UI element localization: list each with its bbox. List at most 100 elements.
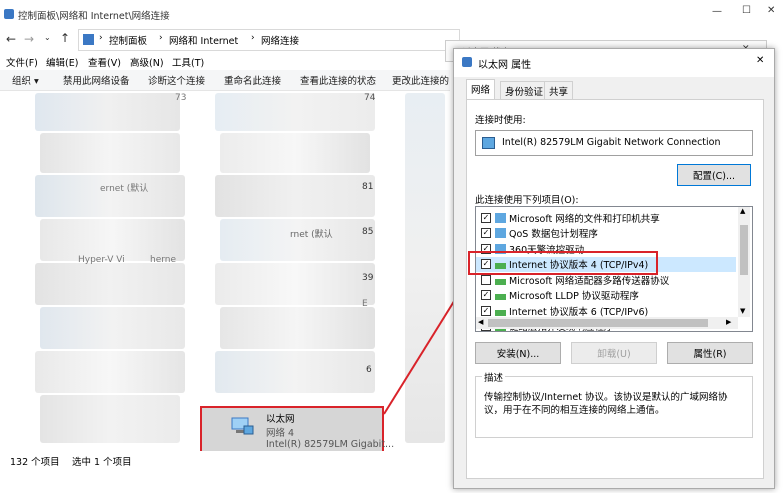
configure-label: 配置(C)... [692,171,736,182]
fragment-text: 39 [362,273,374,283]
breadcrumb-network-internet[interactable]: 网络和 Internet [169,33,238,47]
blurred-item [35,93,180,131]
network-icon [462,57,472,67]
install-label: 安装(N)... [496,349,540,360]
control-panel-icon [4,9,14,19]
fragment-text: ernet (默认 [100,184,149,194]
blurred-item [220,133,370,173]
selected-count: 选中 1 个项目 [72,457,132,468]
folder-icon [83,34,94,45]
tab-network[interactable]: 网络 [466,79,496,100]
item-label: Microsoft 网络的文件和打印机共享 [509,213,660,225]
fragment-text: 85 [362,227,374,237]
maximize-button[interactable]: ☐ [742,5,751,16]
change-settings-button[interactable]: 更改此连接的 [392,73,449,87]
fragment-text: rnet (默认 [290,230,333,240]
breadcrumb-sep-icon: › [99,33,103,43]
protocol-icon [495,278,506,285]
description-text: 传输控制协议/Internet 协议。该协议是默认的广域网络协议，用于在不同的相… [484,392,728,416]
dialog-titlebar: 以太网 属性 ✕ [454,49,774,77]
item-checkbox[interactable]: ✓ [481,228,491,239]
properties-label: 属性(R) [693,349,727,360]
description-label: 描述 [482,370,506,384]
connect-using-label: 连接时使用: [475,115,526,126]
list-horizontal-scrollbar[interactable]: ◀ ▶ [476,317,738,329]
network-tab-panel: 连接时使用: Intel(R) 82579LM Gigabit Network … [466,99,764,479]
items-label: 此连接使用下列项目(O): [475,195,579,206]
scroll-up-icon[interactable]: ▲ [740,207,745,215]
blurred-item [35,351,185,393]
adapter-name: Intel(R) 82579LM Gigabit Network Connect… [502,137,721,148]
recent-chevron-icon[interactable]: ⌄ [44,33,51,42]
item-checkbox[interactable]: ✓ [481,290,491,301]
fragment-text: 74 [364,93,376,103]
list-item[interactable]: ✓ Microsoft 网络的文件和打印机共享 [476,210,736,226]
menu-bar: 文件(F) 编辑(E) 查看(V) 高级(N) 工具(T) [0,52,450,70]
minimize-button[interactable]: — [712,6,722,17]
service-icon [495,212,506,223]
forward-arrow-icon[interactable]: → [24,32,34,46]
fragment-text: 6 [366,365,372,375]
ipv4-highlight-annotation [468,251,658,275]
adapter-box: Intel(R) 82579LM Gigabit Network Connect… [475,130,753,156]
scroll-thumb[interactable] [740,225,748,275]
dialog-close-button[interactable]: ✕ [756,55,764,66]
explorer-titlebar: 控制面板\网络和 Internet\网络连接 — ☐ ✕ [0,0,784,28]
menu-advanced[interactable]: 高级(N) [130,55,164,69]
back-arrow-icon[interactable]: ← [6,32,16,46]
fragment-text: 81 [362,182,374,192]
up-arrow-icon[interactable]: ↑ [60,31,70,45]
blurred-item [220,307,375,349]
blurred-item [215,175,375,217]
network-adapter-icon [230,416,254,436]
blurred-item [215,263,375,305]
menu-file[interactable]: 文件(F) [6,55,38,69]
disable-device-button[interactable]: 禁用此网络设备 [63,73,130,87]
address-bar[interactable]: › 控制面板 › 网络和 Internet › 网络连接 [78,29,460,51]
blurred-item [215,93,375,131]
service-icon [495,228,506,239]
breadcrumb-network-connections[interactable]: 网络连接 [261,33,299,47]
protocol-icon [495,294,506,301]
adapter-icon [482,137,495,149]
item-label: Microsoft LLDP 协议驱动程序 [509,291,639,303]
scroll-right-icon[interactable]: ▶ [726,318,731,326]
blurred-item [40,307,185,349]
configure-button[interactable]: 配置(C)... [677,164,751,186]
uninstall-label: 卸载(U) [597,349,631,360]
breadcrumb-sep-icon: › [251,33,255,43]
item-checkbox[interactable] [481,274,491,285]
item-count: 132 个项目 [10,457,60,468]
diagnose-button[interactable]: 诊断这个连接 [148,73,205,87]
install-button[interactable]: 安装(N)... [475,342,561,364]
item-checkbox[interactable]: ✓ [481,212,491,223]
list-item[interactable]: ✓ QoS 数据包计划程序 [476,226,736,242]
close-button[interactable]: ✕ [767,5,775,16]
breadcrumb-sep-icon: › [159,33,163,43]
properties-dialog: 以太网 属性 ✕ 网络 身份验证 共享 连接时使用: Intel(R) 8257… [453,48,775,489]
uninstall-button: 卸载(U) [571,342,657,364]
list-item[interactable]: ✓ Microsoft LLDP 协议驱动程序 [476,288,736,304]
status-bar: 132 个项目 选中 1 个项目 [0,452,450,468]
menu-view[interactable]: 查看(V) [88,55,121,69]
menu-edit[interactable]: 编辑(E) [46,55,78,69]
dialog-title: 以太网 属性 [478,60,532,71]
scroll-down-icon[interactable]: ▼ [740,307,745,315]
blurred-item [40,133,180,173]
blurred-item [220,219,375,261]
rename-button[interactable]: 重命名此连接 [224,73,281,87]
scroll-left-icon[interactable]: ◀ [478,318,483,326]
view-status-button[interactable]: 查看此连接的状态 [300,73,376,87]
menu-tools[interactable]: 工具(T) [172,55,204,69]
blurred-item [35,263,185,305]
properties-button[interactable]: 属性(R) [667,342,753,364]
protocol-icon [495,309,506,316]
list-vertical-scrollbar[interactable]: ▲ ▼ [738,207,750,317]
item-checkbox[interactable]: ✓ [481,305,491,316]
selected-ethernet-item[interactable]: 以太网 网络 4 Intel(R) 82579LM Gigabit... [200,406,394,451]
item-network: 网络 4 [266,428,295,439]
scroll-thumb[interactable] [488,319,708,327]
breadcrumb-control-panel[interactable]: 控制面板 [109,33,147,47]
organize-button[interactable]: 组织 ▾ [12,73,39,87]
item-label: QoS 数据包计划程序 [509,229,598,241]
